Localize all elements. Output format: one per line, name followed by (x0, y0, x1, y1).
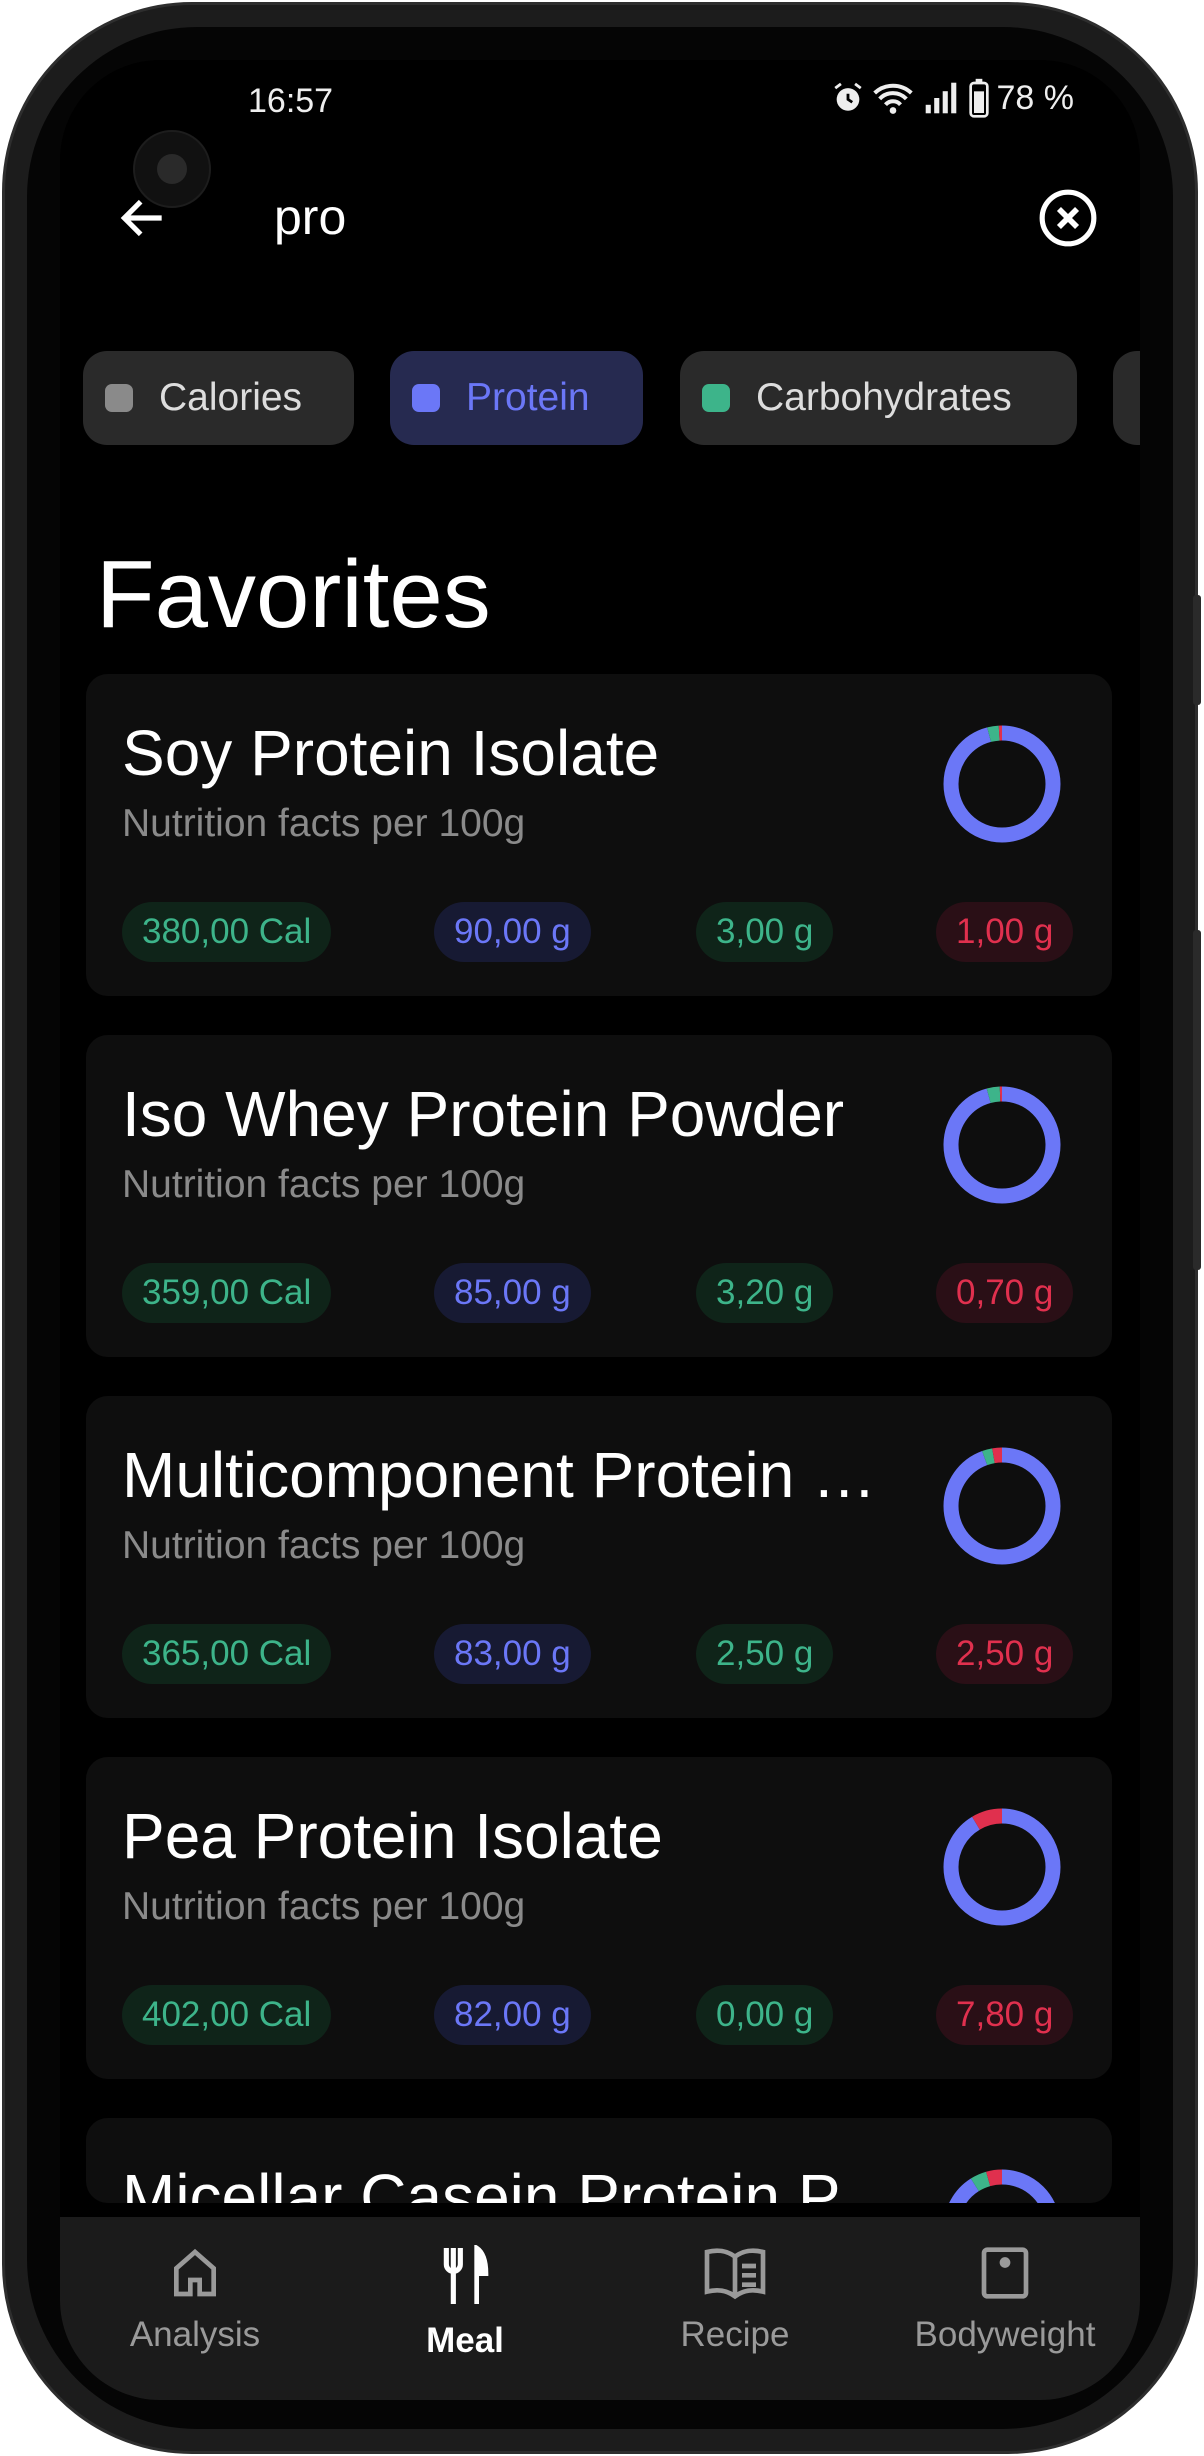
nav-recipe[interactable]: Recipe (600, 2217, 870, 2400)
protein-badge: 90,00 g (434, 902, 591, 962)
status-icons: 78 % (831, 78, 1075, 118)
food-card[interactable]: Micellar Casein Protein P (86, 2118, 1112, 2203)
carbs-badge: 0,00 g (696, 1985, 834, 2045)
calories-badge: 365,00 Cal (122, 1624, 332, 1684)
carbs-badge: 3,00 g (696, 902, 834, 962)
food-subtitle: Nutrition facts per 100g (122, 802, 526, 845)
fat-badge: 0,70 g (936, 1263, 1074, 1323)
nav-bodyweight[interactable]: Bodyweight (870, 2217, 1140, 2400)
food-subtitle: Nutrition facts per 100g (122, 1524, 526, 1567)
macro-donut (943, 1808, 1061, 1926)
macro-donut (943, 2169, 1061, 2203)
chip-label: Protein (466, 376, 590, 419)
color-swatch (105, 384, 133, 412)
close-circle-icon[interactable] (1037, 187, 1099, 249)
food-name: Multicomponent Protein … (122, 1439, 877, 1511)
macro-donut (943, 725, 1061, 843)
search-input[interactable]: pro (274, 188, 346, 246)
nav-analysis[interactable]: Analysis (60, 2217, 330, 2400)
macro-donut (943, 1086, 1061, 1204)
nav-label: Meal (426, 2321, 504, 2360)
scale-icon (981, 2247, 1029, 2299)
protein-badge: 85,00 g (434, 1263, 591, 1323)
macro-donut (943, 1447, 1061, 1565)
food-card[interactable]: Iso Whey Protein Powder Nutrition facts p… (86, 1035, 1112, 1357)
nav-label: Recipe (680, 2315, 790, 2354)
calories-badge: 359,00 Cal (122, 1263, 332, 1323)
protein-segment (943, 725, 1061, 843)
battery-percent: 78 % (996, 78, 1075, 117)
filter-chip-more[interactable] (1113, 351, 1140, 445)
wifi-icon (872, 83, 913, 114)
protein-segment (943, 1086, 1061, 1204)
calories-badge: 380,00 Cal (122, 902, 332, 962)
food-subtitle: Nutrition facts per 100g (122, 1163, 526, 1206)
alarm-icon (833, 82, 862, 111)
fork-knife-icon (443, 2245, 489, 2304)
arrow-left-icon[interactable] (115, 190, 171, 246)
food-card[interactable]: Pea Protein Isolate Nutrition facts per 1… (86, 1757, 1112, 2079)
food-name: Iso Whey Protein Powder (122, 1078, 845, 1150)
color-swatch (412, 384, 440, 412)
bottom-nav: Analysis Meal Recipe Bodyweight (60, 2217, 1140, 2400)
carbs-badge: 3,20 g (696, 1263, 834, 1323)
food-name: Soy Protein Isolate (122, 717, 660, 789)
power-button (1193, 930, 1201, 1270)
chip-label: Calories (159, 376, 303, 419)
status-time: 16:57 (248, 82, 334, 120)
calories-badge: 402,00 Cal (122, 1985, 332, 2045)
protein-segment (943, 1808, 1061, 1926)
nav-label: Bodyweight (914, 2315, 1096, 2354)
screen: 16:57 78 % pro Calories Protein Carbohyd… (60, 60, 1140, 2400)
food-name: Pea Protein Isolate (122, 1800, 663, 1872)
food-name: Micellar Casein Protein P (122, 2161, 841, 2203)
chip-label: Carbohydrates (756, 376, 1012, 419)
protein-badge: 82,00 g (434, 1985, 591, 2045)
carbs-badge: 2,50 g (696, 1624, 834, 1684)
protein-badge: 83,00 g (434, 1624, 591, 1684)
home-icon (174, 2248, 216, 2297)
nav-meal[interactable]: Meal (330, 2217, 600, 2400)
fat-badge: 1,00 g (936, 902, 1074, 962)
filter-chip-carbohydrates[interactable]: Carbohydrates (680, 351, 1077, 445)
food-subtitle: Nutrition facts per 100g (122, 1885, 526, 1928)
signal-icon (925, 82, 956, 114)
nav-label: Analysis (129, 2315, 261, 2354)
fat-badge: 7,80 g (936, 1985, 1074, 2045)
section-title: Favorites (96, 541, 491, 648)
filter-chip-protein[interactable]: Protein (390, 351, 643, 445)
filter-chip-calories[interactable]: Calories (83, 351, 354, 445)
volume-button (1193, 595, 1201, 705)
battery-icon (968, 78, 989, 118)
food-card[interactable]: Soy Protein Isolate Nutrition facts per 1… (86, 674, 1112, 996)
protein-segment (943, 1447, 1061, 1565)
fat-badge: 2,50 g (936, 1624, 1074, 1684)
color-swatch (702, 384, 730, 412)
book-icon (704, 2248, 766, 2300)
food-card[interactable]: Multicomponent Protein … Nutrition facts … (86, 1396, 1112, 1718)
